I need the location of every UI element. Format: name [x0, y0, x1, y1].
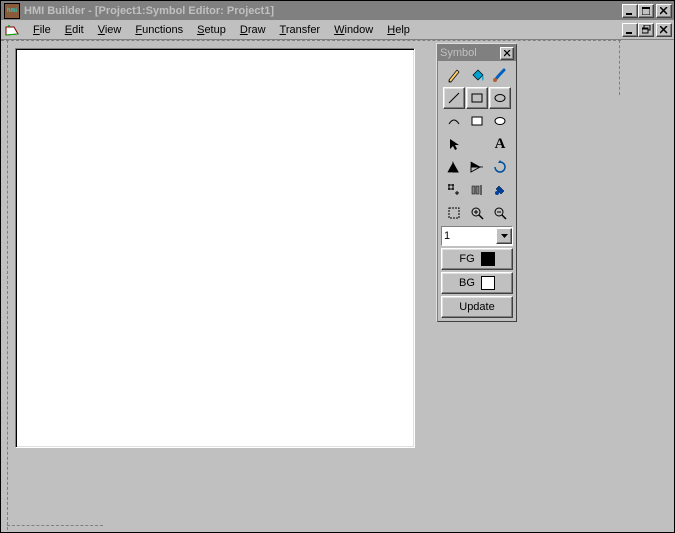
app-icon: hmi [4, 3, 20, 19]
zoom-input[interactable] [442, 230, 496, 242]
menu-transfer[interactable]: Transfer [274, 22, 327, 38]
maximize-button[interactable] [638, 4, 654, 18]
zoom-combo[interactable] [441, 226, 513, 246]
menu-functions[interactable]: Functions [129, 22, 189, 38]
title-bar: hmi HMI Builder - [Project1:Symbol Edito… [1, 1, 674, 20]
ruler-bottom [7, 525, 103, 527]
palette-close-button[interactable] [500, 47, 514, 60]
tool-arc[interactable] [443, 110, 465, 132]
fg-swatch [481, 252, 495, 266]
tool-ellipse[interactable] [489, 87, 511, 109]
menu-help[interactable]: Help [381, 22, 416, 38]
tool-zoom-in[interactable] [466, 202, 488, 224]
mdi-client-area: Symbol [1, 40, 674, 532]
tool-blank [466, 133, 488, 155]
tool-pencil[interactable] [443, 64, 465, 86]
tool-brush[interactable] [489, 64, 511, 86]
menu-setup[interactable]: Setup [191, 22, 232, 38]
tool-grid: A [441, 64, 513, 224]
tool-filled-rect[interactable] [466, 110, 488, 132]
mdi-restore-button[interactable] [638, 23, 654, 37]
tool-paint-bucket[interactable] [466, 64, 488, 86]
document-icon[interactable] [3, 22, 21, 38]
symbol-palette: Symbol [437, 44, 517, 322]
mdi-child-controls [622, 23, 672, 37]
bg-label: BG [459, 277, 475, 289]
tool-filled-ellipse[interactable] [489, 110, 511, 132]
menu-file[interactable]: File [27, 22, 57, 38]
app-window: hmi HMI Builder - [Project1:Symbol Edito… [0, 0, 675, 533]
ruler-left [7, 40, 9, 530]
menu-window[interactable]: Window [328, 22, 379, 38]
tool-mirror-h[interactable] [443, 156, 465, 178]
tool-select-area[interactable] [443, 202, 465, 224]
menu-bar: File Edit View Functions Setup Draw Tran… [1, 20, 674, 40]
close-button[interactable] [656, 4, 672, 18]
tool-mirror-v[interactable] [466, 156, 488, 178]
minimize-button[interactable] [622, 4, 638, 18]
tool-align[interactable] [466, 179, 488, 201]
ruler-top [1, 40, 621, 42]
window-controls [622, 4, 672, 18]
mdi-minimize-button[interactable] [622, 23, 638, 37]
menu-draw[interactable]: Draw [234, 22, 272, 38]
tool-zoom-out[interactable] [489, 202, 511, 224]
tool-text[interactable]: A [489, 133, 511, 155]
update-label: Update [459, 301, 494, 313]
ruler-right [619, 40, 621, 95]
symbol-canvas[interactable] [15, 48, 415, 448]
bg-color-button[interactable]: BG [441, 272, 513, 294]
tool-line[interactable] [443, 87, 465, 109]
tool-rectangle[interactable] [466, 87, 488, 109]
menu-view[interactable]: View [92, 22, 128, 38]
update-button[interactable]: Update [441, 296, 513, 318]
palette-title-bar[interactable]: Symbol [438, 45, 516, 61]
window-title: HMI Builder - [Project1:Symbol Editor: P… [24, 5, 274, 17]
mdi-close-button[interactable] [656, 23, 672, 37]
menu-edit[interactable]: Edit [59, 22, 90, 38]
tool-pointer[interactable] [443, 133, 465, 155]
tool-snap-grid[interactable] [443, 179, 465, 201]
fg-label: FG [459, 253, 474, 265]
palette-title-text: Symbol [440, 47, 500, 59]
zoom-dropdown-button[interactable] [496, 228, 512, 244]
bg-swatch [481, 276, 495, 290]
tool-color-swap[interactable] [489, 179, 511, 201]
tool-rotate[interactable] [489, 156, 511, 178]
fg-color-button[interactable]: FG [441, 248, 513, 270]
